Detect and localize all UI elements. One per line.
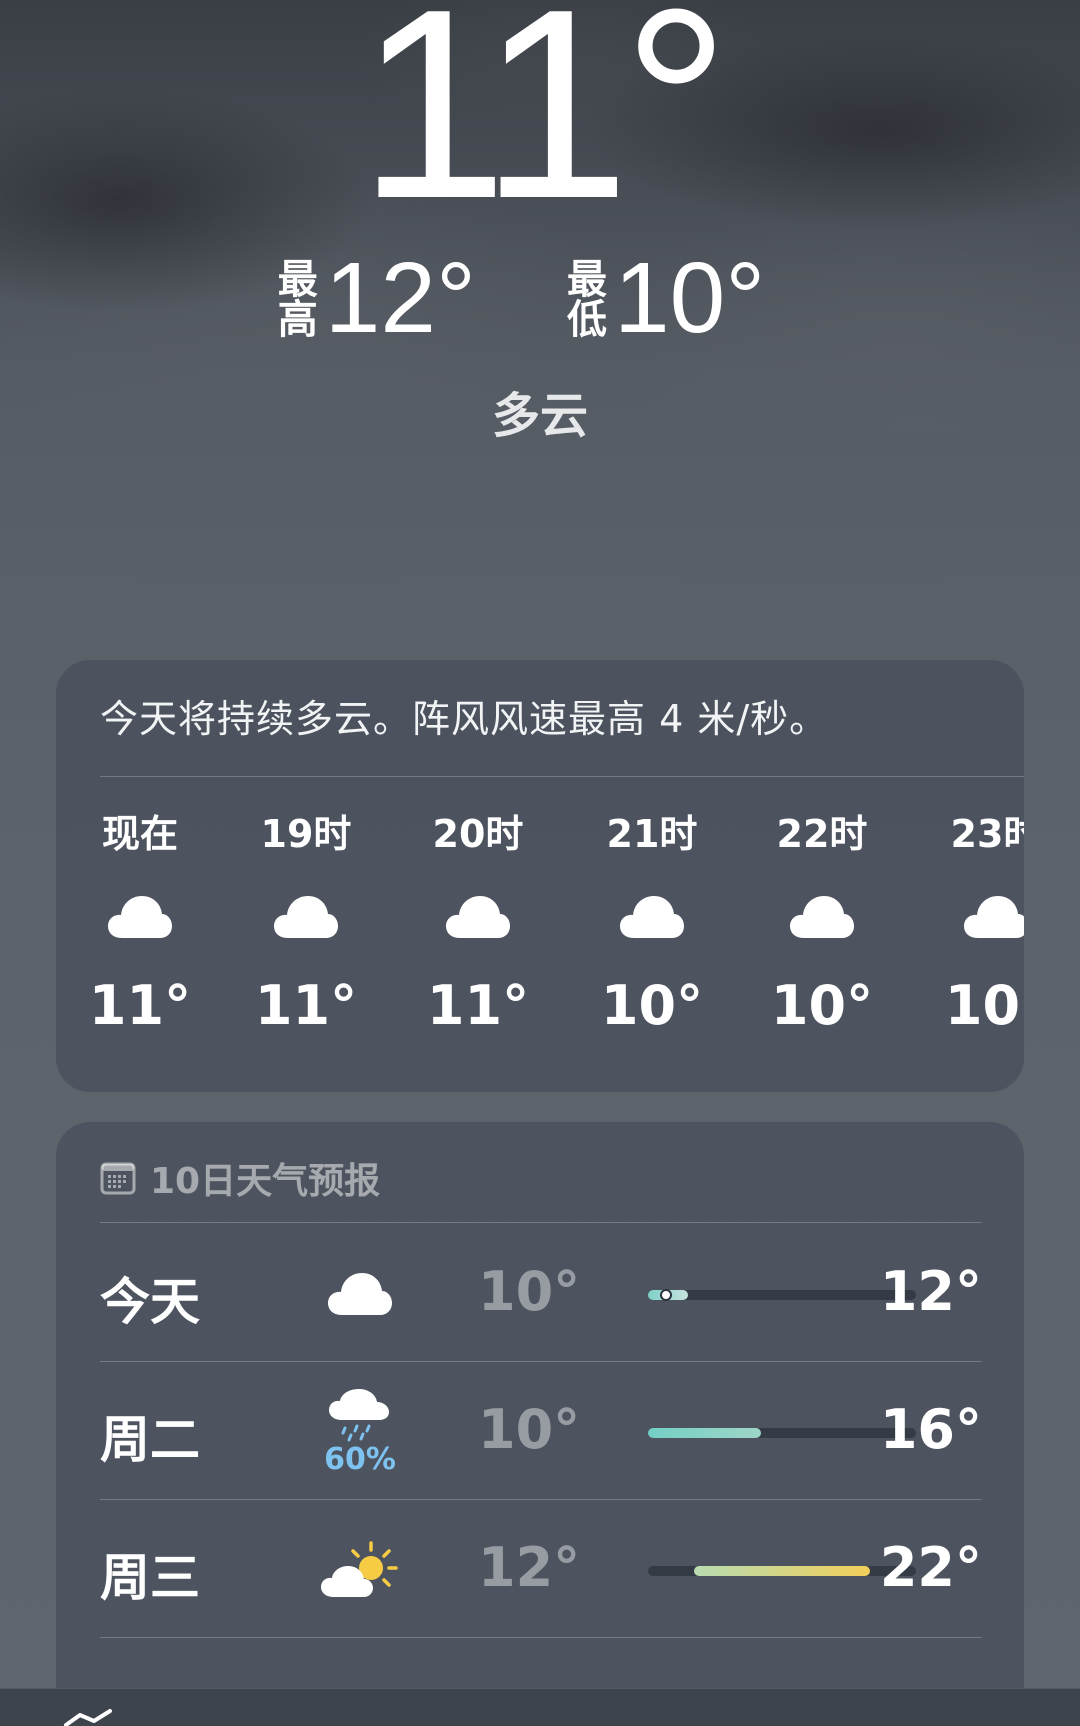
cloud-icon	[582, 874, 722, 960]
hour-item: 20时 11°	[408, 808, 548, 1037]
day-high-temp: 12°	[879, 1260, 982, 1323]
cloud-icon	[236, 874, 376, 960]
current-temp-dot	[660, 1289, 672, 1301]
high-label: 最高	[270, 258, 317, 338]
hourly-list[interactable]: 现在 11° 19时 11° 20时 11° 21时 10° 22时 10° 2…	[56, 808, 1024, 1068]
hour-item: 23时 10°	[926, 808, 1024, 1037]
high-low: 最高 12° 最低 10°	[0, 248, 1080, 348]
hour-item: 21时 10°	[582, 808, 722, 1037]
day-low-temp: 10°	[478, 1398, 581, 1461]
temp-range-bar	[648, 1289, 916, 1301]
cloud-icon	[408, 874, 548, 960]
map-icon[interactable]	[62, 1697, 122, 1726]
precipitation-chance: 60%	[324, 1441, 396, 1477]
day-name: 周三	[100, 1549, 200, 1607]
temp-range-fill	[648, 1428, 761, 1438]
ten-day-forecast-card[interactable]: 10日天气预报 今天 10° 12° 周二 60% 10° 16° 周三 12°…	[56, 1122, 1024, 1726]
temp-range-fill	[693, 1566, 871, 1576]
hour-temp: 11°	[254, 974, 358, 1037]
hour-label: 20时	[432, 812, 524, 856]
ten-day-title: 10日天气预报	[150, 1161, 381, 1202]
ten-day-header: 10日天气预报	[100, 1152, 380, 1204]
day-name: 周二	[100, 1411, 200, 1469]
hour-temp: 11°	[426, 974, 530, 1037]
low-label: 最低	[560, 258, 606, 338]
day-low-temp: 10°	[478, 1260, 581, 1323]
temp-range-bar	[648, 1566, 916, 1576]
hour-item: 22时 10°	[752, 808, 892, 1037]
hour-temp: 10°	[770, 974, 874, 1037]
hour-temp: 10°	[944, 974, 1024, 1037]
cloud-icon	[70, 874, 210, 960]
hour-label: 22时	[776, 812, 868, 856]
hour-label: 19时	[260, 812, 352, 856]
partly-sunny-icon	[300, 1520, 420, 1620]
low-temp: 10°	[614, 242, 766, 354]
temp-range-bar	[648, 1428, 916, 1438]
hour-item: 现在 11°	[70, 808, 210, 1037]
hourly-forecast-card[interactable]: 今天将持续多云。阵风风速最高 4 米/秒。 现在 11° 19时 11° 20时…	[56, 660, 1024, 1092]
current-temperature: 11°	[357, 0, 730, 255]
calendar-icon	[100, 1161, 136, 1195]
day-low-temp: 12°	[478, 1536, 581, 1599]
low-temp-group: 最低 10°	[560, 242, 807, 354]
hour-temp: 10°	[600, 974, 704, 1037]
day-name: 今天	[100, 1273, 200, 1331]
cloud-icon	[926, 874, 1024, 960]
hour-label: 23时	[950, 812, 1024, 856]
cloud-icon	[752, 874, 892, 960]
high-temp-group: 最高 12°	[270, 242, 518, 354]
hour-label: 现在	[101, 812, 178, 856]
hour-temp: 11°	[88, 974, 192, 1037]
forecast-row-tuesday[interactable]: 周二 60% 10° 16°	[100, 1362, 982, 1500]
forecast-row-wednesday[interactable]: 周三 12° 22°	[100, 1500, 982, 1638]
cloud-icon	[300, 1244, 420, 1344]
bottom-toolbar	[0, 1688, 1080, 1726]
high-temp: 12°	[324, 242, 476, 354]
divider	[100, 1222, 982, 1223]
forecast-row-today[interactable]: 今天 10° 12°	[100, 1224, 982, 1362]
current-condition: 多云	[491, 388, 588, 444]
day-high-temp: 22°	[879, 1536, 982, 1599]
day-high-temp: 16°	[879, 1398, 982, 1461]
divider	[100, 776, 1024, 777]
hour-item: 19时 11°	[236, 808, 376, 1037]
hour-label: 21时	[606, 812, 698, 856]
divider	[100, 1637, 982, 1638]
hourly-summary: 今天将持续多云。阵风风速最高 4 米/秒。	[100, 697, 829, 741]
cloud-rain-icon: 60%	[300, 1382, 420, 1482]
